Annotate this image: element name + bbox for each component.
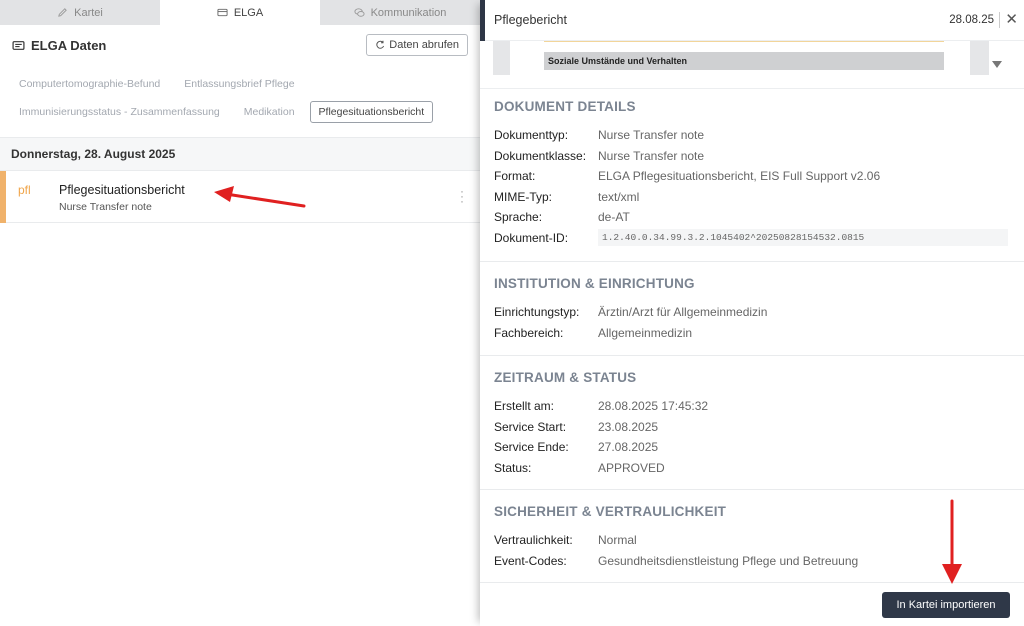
detail-row: Service Start: 23.08.2025 [494, 417, 1010, 438]
detail-row: Status: APPROVED [494, 458, 1010, 479]
field-label: Format: [494, 169, 536, 184]
category-medikation[interactable]: Medikation [235, 101, 304, 123]
date-group-header: Donnerstag, 28. August 2025 [0, 137, 480, 171]
status-value: APPROVED [598, 460, 665, 475]
field-label: Dokument-ID: [494, 230, 569, 245]
detail-row: Fachbereich: Allgemeinmedizin [494, 323, 1010, 344]
document-preview[interactable]: Soziale Umstände und Verhalten [480, 41, 1024, 89]
detail-row: Sprache: de-AT [494, 207, 1010, 228]
tab-elga-label: ELGA [233, 6, 264, 19]
field-label: Sprache: [494, 210, 543, 225]
tab-elga[interactable]: ELGA [160, 0, 320, 25]
field-label: Dokumentklasse: [494, 148, 587, 163]
detail-row: Vertraulichkeit: Normal [494, 530, 1010, 551]
close-icon[interactable]: ✕ [1005, 11, 1018, 29]
field-value: text/xml [598, 189, 640, 204]
detail-row: Format: ELGA Pflegesituationsbericht, EIS… [494, 166, 1010, 187]
field-value: de-AT [598, 210, 630, 225]
annotation-arrow-down [942, 499, 962, 584]
section-heading: ZEITRAUM & STATUS [494, 370, 637, 385]
elga-title-text: ELGA Daten [31, 37, 107, 53]
refresh-icon [376, 40, 385, 49]
header-accent [480, 0, 485, 41]
scroll-down-icon[interactable] [992, 61, 1002, 68]
section-heading: INSTITUTION & EINRICHTUNG [494, 276, 695, 291]
field-label: Status: [494, 460, 532, 475]
detail-row: Dokumentklasse: Nurse Transfer note [494, 146, 1010, 167]
top-tabs: Kartei ELGA Kommunikation [0, 0, 480, 25]
card-icon [217, 8, 228, 17]
category-immunisierung[interactable]: Immunisierungsstatus - Zusammenfassung [10, 101, 229, 123]
field-value: Normal [598, 533, 637, 548]
detail-row: Erstellt am: 28.08.2025 17:45:32 [494, 396, 1010, 417]
field-value: Ärztin/Arzt für Allgemeinmedizin [598, 305, 768, 320]
field-value: Gesundheitsdienstleistung Pflege und Bet… [598, 553, 859, 568]
section-institution: INSTITUTION & EINRICHTUNG Einrichtungsty… [480, 262, 1024, 356]
field-value: 27.08.2025 [598, 440, 659, 455]
field-value: Nurse Transfer note [598, 128, 705, 143]
detail-date: 28.08.25 [949, 14, 994, 26]
category-ct-befund[interactable]: Computertomographie-Befund [10, 73, 169, 95]
field-label: Einrichtungstyp: [494, 305, 580, 320]
tab-kartei-label: Kartei [74, 6, 103, 19]
elga-header: ELGA Daten Daten abrufen [0, 25, 480, 65]
document-title: Pflegesituationsbericht [59, 183, 185, 197]
field-label: Service Start: [494, 419, 567, 434]
detail-header: Pflegebericht 28.08.25 ✕ [480, 0, 1024, 41]
detail-row: Einrichtungstyp: Ärztin/Arzt für Allgemei… [494, 302, 1010, 323]
field-value: 28.08.2025 17:45:32 [598, 399, 709, 414]
import-to-kartei-button[interactable]: In Kartei importieren [882, 592, 1010, 618]
field-value: 23.08.2025 [598, 419, 659, 434]
tab-kartei[interactable]: Kartei [0, 0, 160, 25]
detail-row: Event-Codes: Gesundheitsdienstleistung Pf… [494, 551, 1010, 572]
fetch-data-button[interactable]: Daten abrufen [366, 34, 468, 56]
preview-section-heading: Soziale Umstände und Verhalten [544, 52, 944, 70]
tab-kommunikation-label: Kommunikation [370, 6, 447, 19]
preview-separator [544, 41, 944, 42]
elga-pane: Kartei ELGA Kommunikation ELGA Daten Dat… [0, 0, 480, 626]
field-label: Fachbereich: [494, 325, 564, 340]
section-dokument-details: DOKUMENT DETAILS Dokumenttyp: Nurse Trans… [480, 89, 1024, 262]
section-heading: DOKUMENT DETAILS [494, 99, 636, 114]
field-label: Service Ende: [494, 440, 569, 455]
field-label: MIME-Typ: [494, 189, 553, 204]
field-value: Allgemeinmedizin [598, 325, 693, 340]
header-divider [999, 12, 1000, 28]
section-heading: SICHERHEIT & VERTRAULICHKEIT [494, 504, 727, 519]
document-id-value: 1.2.40.0.34.99.3.2.1045402^2025082815453… [598, 229, 1008, 247]
detail-row: Dokumenttyp: Nurse Transfer note [494, 125, 1010, 146]
annotation-arrow-left [214, 186, 306, 208]
elga-title: ELGA Daten [12, 38, 106, 53]
field-label: Event-Codes: [494, 553, 567, 568]
detail-title: Pflegebericht [494, 13, 567, 27]
category-filter: Computertomographie-Befund Entlassungsbr… [0, 70, 480, 126]
field-label: Erstellt am: [494, 399, 555, 414]
chat-icon [354, 8, 365, 17]
field-value: ELGA Pflegesituationsbericht, EIS Full S… [598, 169, 881, 184]
document-subtitle: Nurse Transfer note [59, 201, 152, 213]
document-type-abbr: pfl [18, 183, 31, 197]
preview-gutter-right [970, 41, 989, 75]
pencil-icon [58, 8, 67, 17]
field-value: Nurse Transfer note [598, 148, 705, 163]
card-icon [12, 40, 25, 50]
category-row-1: Computertomographie-Befund Entlassungsbr… [10, 70, 470, 98]
section-zeitraum-status: ZEITRAUM & STATUS Erstellt am: 28.08.2025… [480, 356, 1024, 490]
document-detail-panel: Pflegebericht 28.08.25 ✕ Soziale Umständ… [480, 0, 1024, 626]
field-label: Vertraulichkeit: [494, 533, 573, 548]
detail-row: Dokument-ID: 1.2.40.0.34.99.3.2.1045402^2… [494, 228, 1010, 249]
kebab-menu-icon[interactable]: · · · [458, 185, 466, 207]
field-label: Dokumenttyp: [494, 128, 569, 143]
category-row-2: Immunisierungsstatus - Zusammenfassung M… [10, 98, 470, 126]
detail-row: MIME-Typ: text/xml [494, 187, 1010, 208]
category-entlassungsbrief[interactable]: Entlassungsbrief Pflege [175, 73, 303, 95]
selected-indicator [0, 171, 6, 223]
detail-row: Service Ende: 27.08.2025 [494, 437, 1010, 458]
category-pflegesituationsbericht[interactable]: Pflegesituationsbericht [309, 101, 434, 123]
fetch-data-label: Daten abrufen [389, 39, 459, 51]
tab-kommunikation[interactable]: Kommunikation [320, 0, 480, 25]
preview-gutter-left [493, 41, 510, 75]
